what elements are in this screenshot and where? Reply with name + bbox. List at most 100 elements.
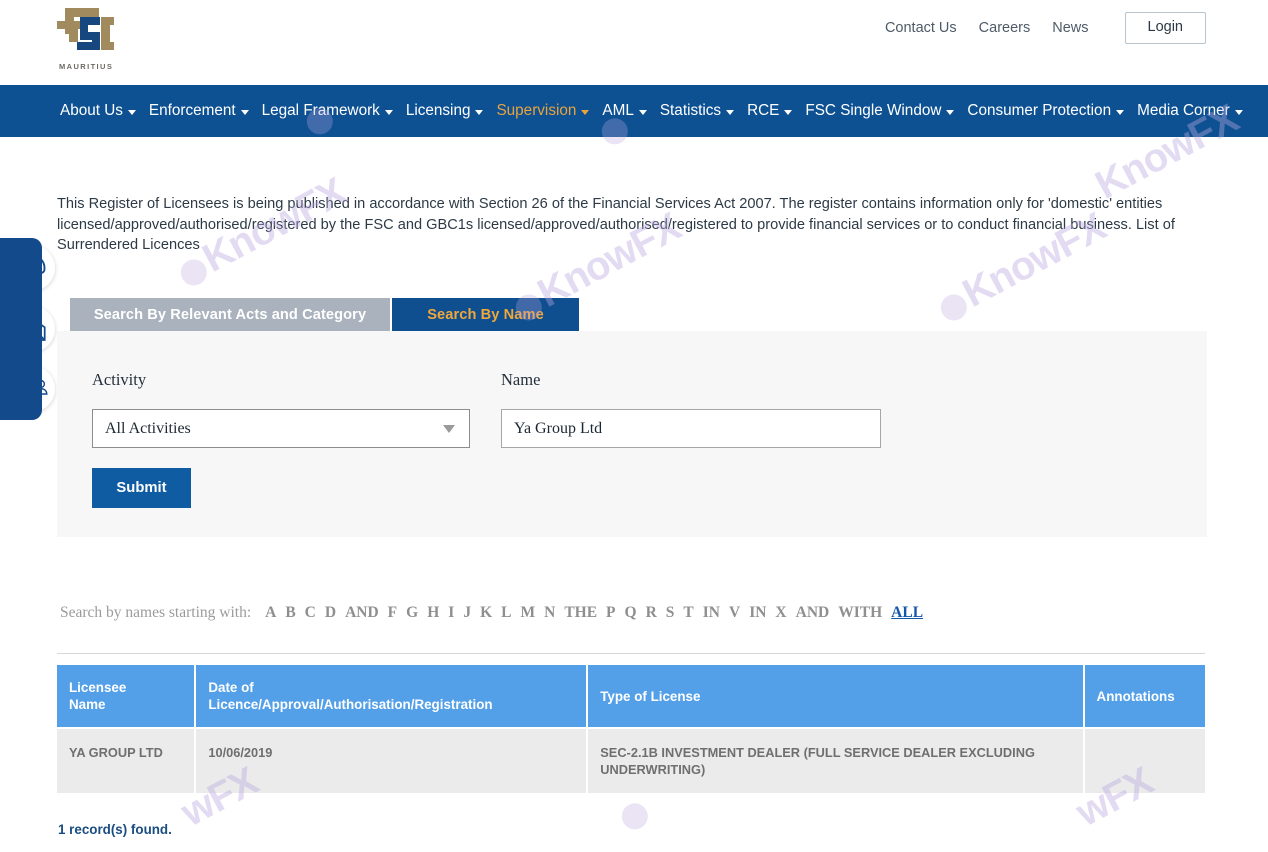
- alpha-letter[interactable]: M: [520, 604, 535, 622]
- chevron-down-icon: [128, 110, 136, 115]
- nav-item-legal-framework[interactable]: Legal Framework: [262, 102, 393, 120]
- activity-select[interactable]: All Activities: [92, 409, 470, 448]
- nav-label: Legal Framework: [262, 102, 380, 120]
- alpha-letter[interactable]: J: [463, 604, 471, 622]
- alpha-letter[interactable]: H: [427, 604, 439, 622]
- alpha-letter[interactable]: T: [683, 604, 693, 622]
- activity-label: Activity: [92, 370, 146, 390]
- logo-mark-icon: [57, 6, 115, 58]
- nav-label: About Us: [60, 102, 123, 120]
- nav-items: About Us Enforcement Legal Framework Lic…: [0, 85, 1268, 137]
- nav-item-fsc-single-window[interactable]: FSC Single Window: [805, 102, 954, 120]
- tab-search-by-name[interactable]: Search By Name: [392, 298, 579, 331]
- column-header-line: Name: [69, 697, 105, 712]
- nav-item-rce[interactable]: RCE: [747, 102, 792, 120]
- records-found-text: 1 record(s) found.: [58, 822, 172, 837]
- alpha-letter[interactable]: WITH: [838, 604, 882, 622]
- logo-caption: MAURITIUS: [59, 62, 113, 71]
- alpha-letter[interactable]: AND: [796, 604, 830, 622]
- top-link-news[interactable]: News: [1052, 20, 1088, 36]
- name-input[interactable]: [501, 409, 881, 448]
- nav-label: Media Corner: [1137, 102, 1230, 120]
- chevron-down-icon: [784, 110, 792, 115]
- licensee-results-table: Licensee Name Date of Licence/Approval/A…: [57, 665, 1205, 793]
- cell-date: 10/06/2019: [196, 729, 586, 793]
- nav-item-media-corner[interactable]: Media Corner: [1137, 102, 1243, 120]
- chevron-down-icon: [475, 110, 483, 115]
- column-header-date: Date of Licence/Approval/Authorisation/R…: [196, 665, 586, 727]
- table-header-row: Licensee Name Date of Licence/Approval/A…: [57, 665, 1205, 727]
- alpha-letter[interactable]: B: [285, 604, 295, 622]
- chevron-down-icon: [241, 110, 249, 115]
- cell-type-of-license: SEC-2.1B INVESTMENT DEALER (FULL SERVICE…: [588, 729, 1082, 793]
- alpha-letter[interactable]: AND: [345, 604, 379, 622]
- table-divider: [57, 653, 1205, 654]
- alphabet-filter-label: Search by names starting with:: [60, 604, 251, 622]
- column-header-annotations: Annotations: [1085, 665, 1205, 727]
- page-root: KnowFX KnowFX KnowFX KnowFX wFX wFX Regi…: [0, 0, 1268, 852]
- site-header: MAURITIUS Contact Us Careers News Login: [0, 0, 1268, 82]
- alpha-letter[interactable]: S: [666, 604, 675, 622]
- nav-label: Consumer Protection: [967, 102, 1111, 120]
- chevron-down-icon: [581, 110, 589, 115]
- alpha-letter[interactable]: D: [325, 604, 336, 622]
- intro-paragraph: This Register of Licensees is being publ…: [57, 194, 1199, 256]
- login-button[interactable]: Login: [1125, 12, 1206, 44]
- nav-label: AML: [602, 102, 633, 120]
- column-header-line: Date of: [208, 680, 253, 695]
- top-link-careers[interactable]: Careers: [979, 20, 1031, 36]
- alpha-letter[interactable]: G: [406, 604, 418, 622]
- alpha-letter[interactable]: C: [305, 604, 316, 622]
- fsc-mauritius-logo[interactable]: MAURITIUS: [57, 6, 125, 76]
- alpha-letter[interactable]: N: [544, 604, 555, 622]
- alpha-letter[interactable]: K: [480, 604, 492, 622]
- submit-button[interactable]: Submit: [92, 468, 191, 508]
- nav-item-consumer-protection[interactable]: Consumer Protection: [967, 102, 1124, 120]
- nav-label: Enforcement: [149, 102, 236, 120]
- column-header-type-of-license: Type of License: [588, 665, 1082, 727]
- nav-item-statistics[interactable]: Statistics: [660, 102, 734, 120]
- alpha-letter[interactable]: L: [501, 604, 511, 622]
- alpha-letter[interactable]: X: [775, 604, 786, 622]
- chevron-down-icon: [1235, 110, 1243, 115]
- alpha-letter-all[interactable]: ALL: [891, 604, 923, 622]
- alpha-letter[interactable]: A: [265, 604, 276, 622]
- alpha-letter[interactable]: Q: [625, 604, 637, 622]
- alpha-letter[interactable]: V: [729, 604, 740, 622]
- nav-label: Licensing: [406, 102, 471, 120]
- column-header-line: Licence/Approval/Authorisation/Registrat…: [208, 697, 492, 712]
- nav-label: RCE: [747, 102, 779, 120]
- column-header-line: Licensee: [69, 680, 126, 695]
- chevron-down-icon: [1116, 110, 1124, 115]
- chevron-down-icon: [639, 110, 647, 115]
- nav-item-enforcement[interactable]: Enforcement: [149, 102, 249, 120]
- column-header-licensee-name: Licensee Name: [57, 665, 194, 727]
- nav-item-supervision[interactable]: Supervision: [496, 102, 589, 120]
- nav-label: Supervision: [496, 102, 576, 120]
- chevron-down-icon: [443, 425, 455, 433]
- name-label: Name: [501, 370, 540, 390]
- cell-annotations: [1085, 729, 1205, 793]
- chevron-down-icon: [385, 110, 393, 115]
- alphabet-filter: Search by names starting with: A B C D A…: [60, 604, 932, 622]
- nav-label: FSC Single Window: [805, 102, 941, 120]
- search-tabs: Search By Relevant Acts and Category Sea…: [70, 298, 579, 331]
- alpha-letter[interactable]: I: [448, 604, 454, 622]
- alpha-letter[interactable]: F: [388, 604, 397, 622]
- activity-select-value: All Activities: [105, 420, 191, 438]
- nav-item-about-us[interactable]: About Us: [60, 102, 136, 120]
- intro-text: This Register of Licensees is being publ…: [57, 196, 1162, 233]
- tab-search-by-acts-and-category[interactable]: Search By Relevant Acts and Category: [70, 298, 390, 331]
- nav-item-aml[interactable]: AML: [602, 102, 646, 120]
- table-row: YA GROUP LTD 10/06/2019 SEC-2.1B INVESTM…: [57, 729, 1205, 793]
- alpha-letter[interactable]: IN: [703, 604, 720, 622]
- top-link-contact-us[interactable]: Contact Us: [885, 20, 957, 36]
- alpha-letter[interactable]: R: [646, 604, 657, 622]
- cell-licensee-name: YA GROUP LTD: [57, 729, 194, 793]
- alpha-letter[interactable]: THE: [564, 604, 597, 622]
- nav-label: Statistics: [660, 102, 721, 120]
- alpha-letter[interactable]: IN: [749, 604, 766, 622]
- alpha-letter[interactable]: P: [606, 604, 615, 622]
- nav-item-licensing[interactable]: Licensing: [406, 102, 484, 120]
- utility-nav: Contact Us Careers News Login: [885, 12, 1206, 44]
